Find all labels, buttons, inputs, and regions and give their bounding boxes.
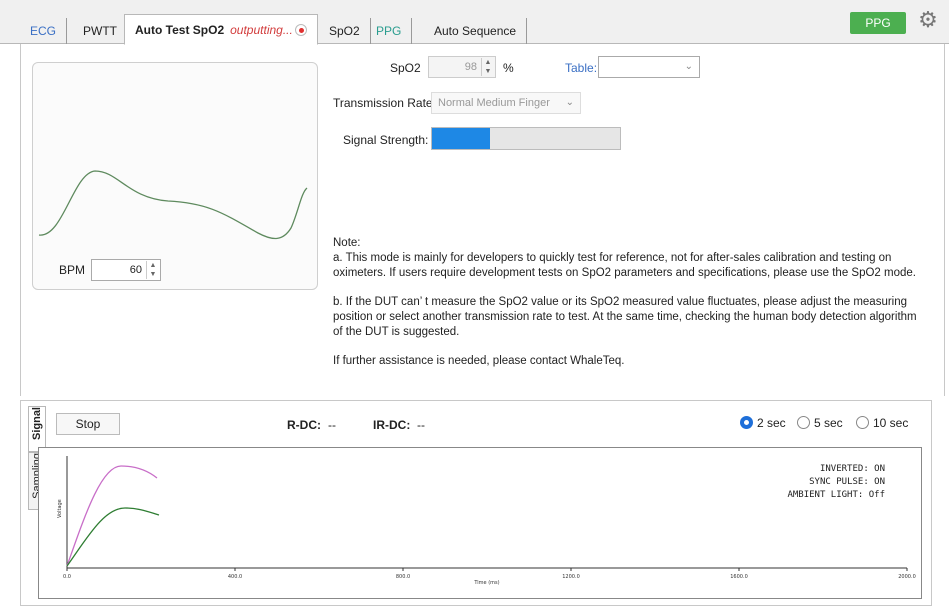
spo2-unit: % — [503, 61, 514, 75]
tab-pwtt[interactable]: PWTT — [73, 18, 128, 44]
tab-bar: ECG PWTT Auto Test SpO2 outputting... SpO… — [0, 0, 949, 45]
radio-5sec-label: 5 sec — [814, 416, 843, 430]
tab-pwtt-label: PWTT — [83, 24, 117, 38]
bpm-label: BPM — [59, 263, 86, 277]
tab-auto-test-spo2-label: Auto Test SpO2 — [135, 23, 225, 37]
signal-strength-label: Signal Strength: — [343, 133, 429, 147]
radio-5sec[interactable]: 5 sec — [797, 416, 843, 430]
ppg-waveform — [38, 170, 308, 240]
tab-auto-test-spo2[interactable]: Auto Test SpO2 outputting... — [124, 14, 318, 45]
tab-ecg-label: ECG — [30, 24, 57, 38]
chevron-down-icon: ⌄ — [565, 97, 574, 108]
plot-series-2 — [66, 507, 160, 567]
x-tick-label: 400.0 — [228, 574, 242, 580]
notes-section: Note: a. This mode is mainly for develop… — [333, 236, 923, 383]
tab-ppg-label: PPG — [376, 24, 402, 38]
note-a: a. This mode is mainly for developers to… — [333, 252, 916, 279]
tab-ppg[interactable]: PPG — [366, 18, 413, 44]
gear-icon[interactable]: ⚙ — [916, 9, 940, 33]
status-ambient-light: AMBIENT LIGHT: Off — [787, 490, 885, 500]
transmission-rate-value: Normal Medium Finger — [438, 97, 550, 109]
transmission-rate-label: Transmission Rate — [333, 96, 433, 110]
spo2-label: SpO2 — [390, 61, 421, 75]
rdc-value: -- — [328, 418, 336, 432]
signal-strength-bar — [431, 127, 621, 150]
tab-signal[interactable]: Signal — [28, 406, 46, 452]
plot-series-1 — [66, 465, 158, 567]
note-title: Note: — [333, 237, 361, 249]
spo2-value: 98 — [464, 61, 477, 73]
spo2-stepper-arrows-icon[interactable]: ▲ ▼ — [481, 58, 494, 76]
note-c: If further assistance is needed, please … — [333, 355, 625, 367]
tab-spo2[interactable]: SpO2 — [319, 18, 371, 44]
x-tick-label: 1600.0 — [730, 574, 748, 580]
x-tick-label: 800.0 — [396, 574, 410, 580]
irdc-label: IR-DC: — [373, 418, 411, 432]
tab-signal-label: Signal — [31, 407, 43, 441]
x-tick-label: 0.0 — [63, 574, 71, 580]
note-b: b. If the DUT can’ t measure the SpO2 va… — [333, 296, 917, 338]
radio-2sec-dot[interactable] — [740, 416, 753, 429]
radio-10sec-label: 10 sec — [873, 416, 909, 430]
rdc-label: R-DC: — [287, 418, 321, 432]
x-tick-label: 2000.0 — [898, 574, 916, 580]
plot-status-info: INVERTED: ON SYNC PULSE: ON AMBIENT LIGH… — [787, 463, 885, 502]
signal-plot: Voltage Time (ms) 0.0 400.0 800.0 1200.0 160… — [38, 447, 922, 599]
record-icon — [294, 24, 307, 36]
irdc-value: -- — [417, 418, 425, 432]
radio-5sec-dot[interactable] — [797, 416, 810, 429]
status-sync-pulse: SYNC PULSE: ON — [809, 477, 885, 487]
status-inverted: INVERTED: ON — [819, 464, 885, 474]
bpm-stepper-arrows-icon[interactable]: ▲ ▼ — [146, 261, 159, 279]
ppg-waveform-panel: BPM 60 ▲ ▼ — [32, 62, 318, 290]
radio-10sec[interactable]: 10 sec — [856, 416, 908, 430]
spo2-stepper[interactable]: 98 ▲ ▼ — [428, 56, 496, 78]
bpm-value: 60 — [129, 264, 142, 276]
radio-2sec[interactable]: 2 sec — [740, 416, 786, 430]
tab-auto-sequence-label: Auto Sequence — [434, 24, 517, 38]
tab-spo2-label: SpO2 — [329, 24, 360, 38]
stop-button[interactable]: Stop — [56, 413, 120, 435]
bpm-stepper[interactable]: 60 ▲ ▼ — [91, 259, 161, 281]
transmission-rate-select[interactable]: Normal Medium Finger ⌄ — [431, 92, 581, 114]
ppg-button[interactable]: PPG — [850, 12, 906, 34]
tab-auto-sequence[interactable]: Auto Sequence — [424, 18, 528, 44]
tab-ecg[interactable]: ECG — [20, 18, 68, 44]
table-label: Table: — [565, 61, 598, 75]
plot-ylabel: Voltage — [57, 499, 63, 518]
outputting-status: outputting... — [230, 23, 293, 37]
x-tick-label: 1200.0 — [562, 574, 580, 580]
plot-xlabel: Time (ms) — [473, 580, 499, 586]
radio-2sec-label: 2 sec — [757, 416, 786, 430]
signal-strength-fill — [432, 128, 491, 149]
table-select[interactable]: ⌄ — [598, 56, 700, 78]
radio-10sec-dot[interactable] — [856, 416, 869, 429]
chevron-down-icon: ⌄ — [684, 61, 693, 72]
